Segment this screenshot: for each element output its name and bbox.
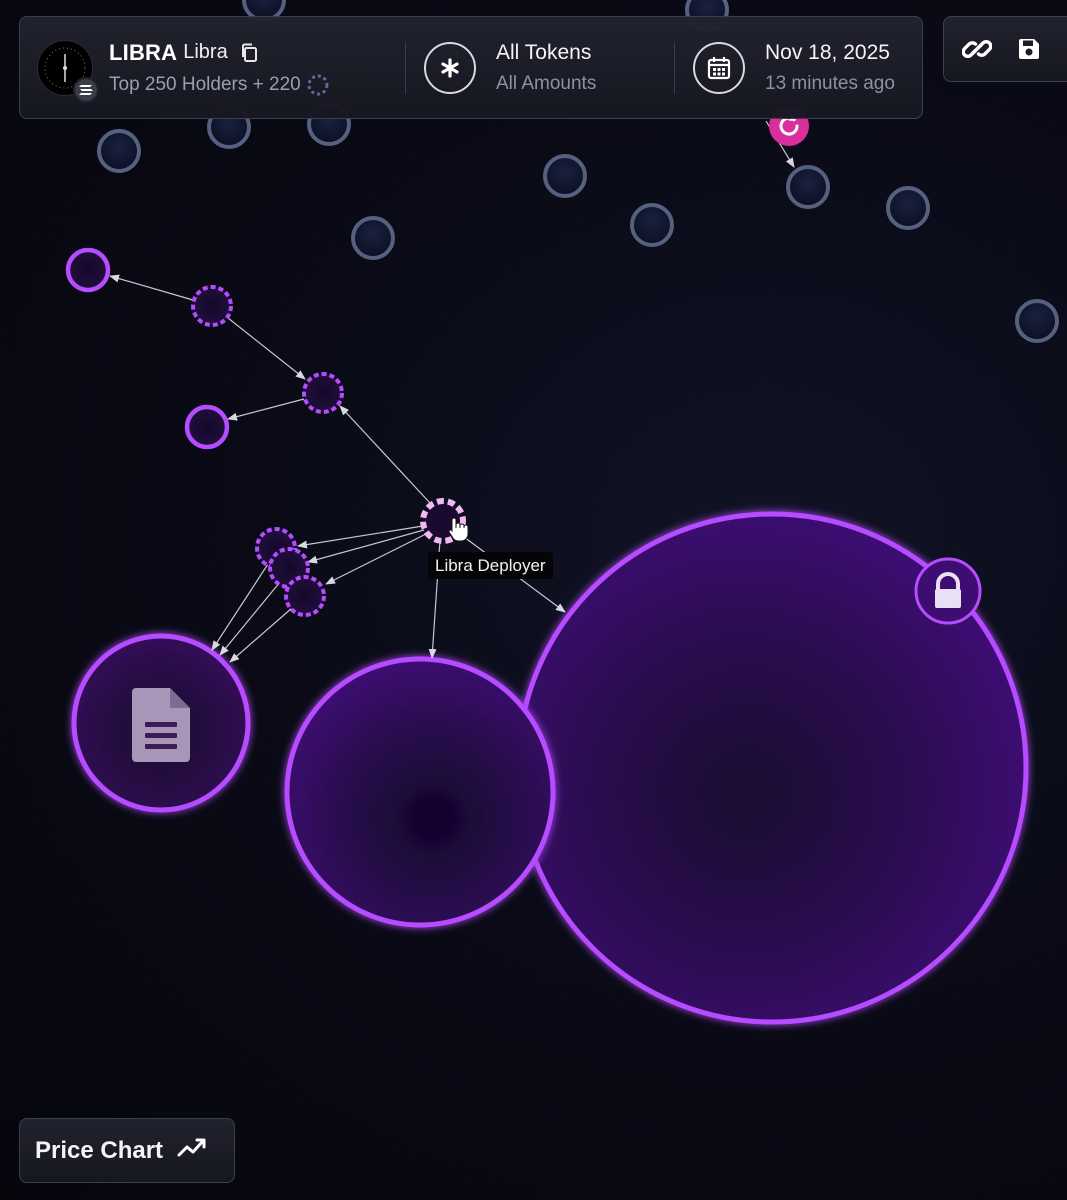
node-tooltip: Libra Deployer <box>428 552 553 579</box>
calendar-icon <box>693 41 745 94</box>
intermediary-node[interactable] <box>284 575 326 617</box>
actions-bar <box>943 16 1067 82</box>
filter-selector[interactable]: All Tokens All Amounts <box>406 17 674 118</box>
amounts-filter-label: All Amounts <box>496 72 597 94</box>
holders-summary: Top 250 Holders + 220 <box>109 73 301 95</box>
price-chart-button[interactable]: Price Chart <box>19 1118 235 1183</box>
intermediary-node[interactable] <box>302 372 344 414</box>
holder-node[interactable] <box>351 216 395 260</box>
token-name: Libra <box>183 41 228 63</box>
copy-icon[interactable] <box>240 43 258 63</box>
holder-node[interactable] <box>543 154 587 198</box>
holder-node[interactable] <box>786 165 830 209</box>
lock-icon <box>914 557 982 625</box>
linked-wallet-node[interactable] <box>184 404 230 450</box>
loading-spinner-icon <box>307 74 329 96</box>
edge <box>325 533 427 585</box>
link-icon[interactable] <box>962 34 992 64</box>
holder-bubble-medium[interactable] <box>284 656 556 928</box>
token-header-bar: LIBRA Libra Top 250 Holders + 220 All To… <box>19 16 923 119</box>
date-selector[interactable]: Nov 18, 2025 13 minutes ago <box>675 17 922 118</box>
trend-line-icon <box>177 1137 207 1164</box>
holder-node[interactable] <box>886 186 930 230</box>
solana-chain-icon <box>73 76 99 103</box>
holder-node[interactable] <box>1015 299 1059 343</box>
edge <box>229 607 293 663</box>
holder-node[interactable] <box>630 203 674 247</box>
bubble-map-canvas[interactable] <box>0 0 1067 1200</box>
tokens-filter-label: All Tokens <box>496 40 592 64</box>
linked-wallet-node[interactable] <box>65 247 111 293</box>
token-selector[interactable]: LIBRA Libra Top 250 Holders + 220 <box>20 17 405 118</box>
edge <box>227 398 305 421</box>
snapshot-date: Nov 18, 2025 <box>765 40 890 64</box>
intermediary-node[interactable] <box>191 285 233 327</box>
token-symbol: LIBRA <box>109 39 178 65</box>
token-logo <box>37 39 99 103</box>
edge <box>109 274 194 301</box>
save-icon[interactable] <box>1016 36 1042 62</box>
edge <box>227 317 306 380</box>
holder-node[interactable] <box>97 129 141 173</box>
asterisk-icon <box>424 41 476 94</box>
edge <box>339 405 431 504</box>
snapshot-relative-time: 13 minutes ago <box>765 72 895 94</box>
price-chart-label: Price Chart <box>35 1136 164 1164</box>
